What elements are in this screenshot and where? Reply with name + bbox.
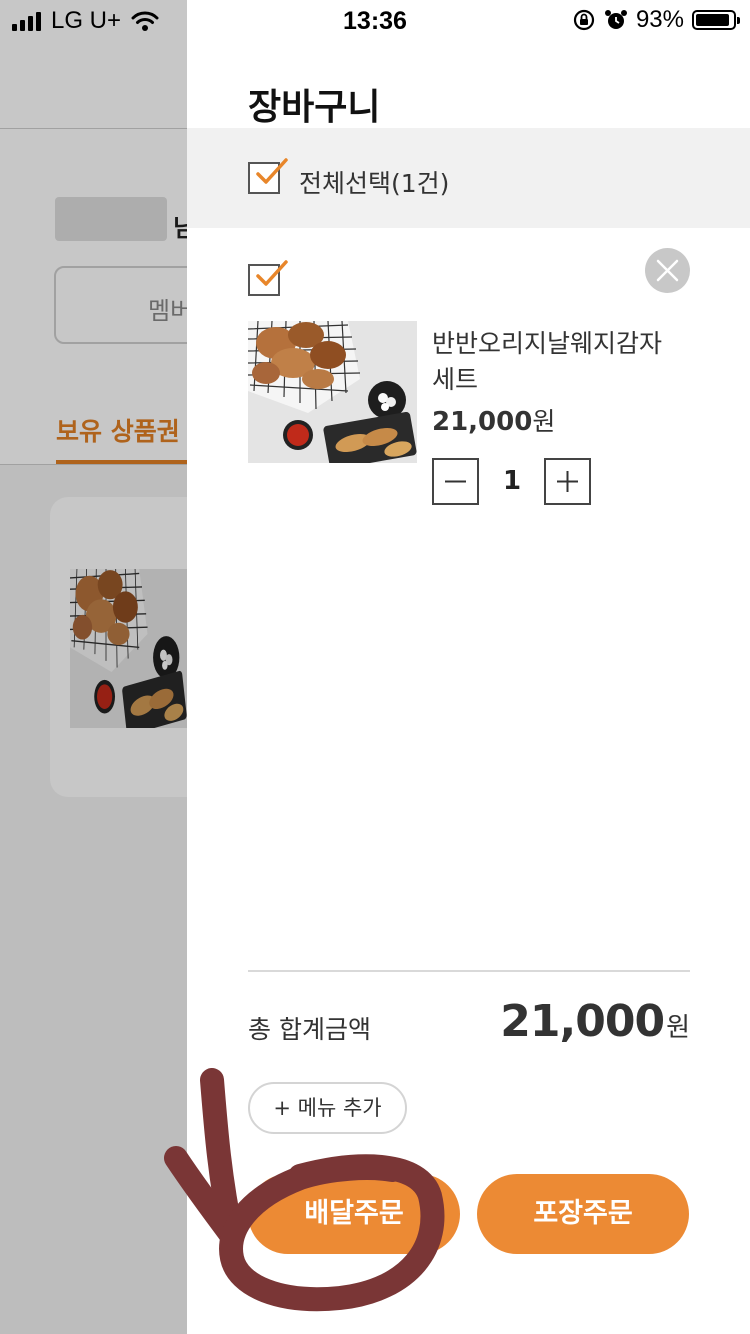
total-label: 총 합계금액: [248, 1015, 371, 1044]
add-menu-button[interactable]: + 메뉴 추가: [248, 1082, 407, 1134]
status-bar: LG U+ 13:36 93%: [0, 0, 750, 40]
total-divider: [248, 970, 690, 972]
decrease-quantity-button[interactable]: [432, 458, 479, 505]
item-price-currency: 원: [532, 407, 556, 436]
dim-overlay[interactable]: [0, 0, 187, 1334]
item-price-value: 21,000: [432, 407, 533, 437]
checkmark-icon: [256, 158, 288, 184]
close-icon: [656, 259, 679, 282]
checkmark-icon: [256, 260, 288, 286]
increase-quantity-button[interactable]: [544, 458, 591, 505]
remove-item-button[interactable]: [645, 248, 690, 293]
select-all-bar: 전체선택(1건): [187, 128, 750, 228]
delivery-order-button[interactable]: 배달주문: [248, 1174, 460, 1254]
total-amount: 21,000원: [500, 996, 690, 1047]
alarm-icon: [604, 10, 627, 29]
plus-icon: [557, 471, 578, 492]
item-checkbox[interactable]: [248, 260, 288, 296]
rotation-lock-icon: [573, 9, 595, 31]
minus-icon: [445, 480, 466, 483]
total-amount-currency: 원: [666, 1013, 690, 1043]
background-page: 님 멤버 보유 상품권: [0, 0, 187, 1334]
cart-title: 장바구니: [248, 87, 381, 128]
takeout-order-button[interactable]: 포장주문: [477, 1174, 689, 1254]
item-price: 21,000원: [432, 402, 555, 438]
total-amount-value: 21,000: [500, 996, 665, 1047]
battery-percent: 93%: [635, 6, 684, 33]
cart-drawer: 장바구니 전체선택(1건) 반반오리지날웨지감자 세트 21,000원 1 총 …: [187, 0, 750, 1334]
item-image: [248, 321, 417, 463]
battery-icon: [692, 10, 740, 30]
quantity-value: 1: [502, 466, 522, 496]
select-all-checkbox[interactable]: [248, 158, 288, 194]
item-name: 반반오리지날웨지감자 세트: [432, 329, 663, 394]
select-all-label: 전체선택(1건): [299, 169, 450, 198]
